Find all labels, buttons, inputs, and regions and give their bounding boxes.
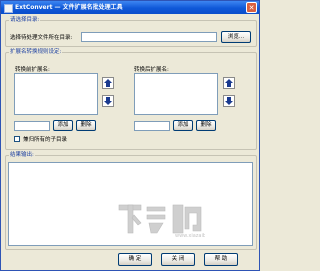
help-button[interactable]: 帮 助 (204, 253, 238, 266)
before-delete-label: 删除 (80, 122, 92, 128)
after-extension-label: 转换后扩展名: (134, 67, 169, 73)
close-button-label: 关 闭 (171, 256, 185, 262)
include-subdirectories-checkbox[interactable] (14, 136, 20, 142)
watermark-logo: www.xiazaiba.com (118, 204, 205, 239)
before-extension-input[interactable] (14, 121, 50, 131)
app-icon (4, 4, 13, 13)
after-add-button[interactable]: 添加 (173, 120, 193, 131)
after-extension-list[interactable] (134, 73, 218, 115)
arrow-down-icon (104, 97, 112, 105)
before-delete-button[interactable]: 删除 (76, 120, 96, 131)
window-title: ExtConvert — 文件扩展名批处理工具 (15, 4, 123, 11)
browse-button-label: 浏览... (227, 34, 245, 40)
after-delete-button[interactable]: 删除 (196, 120, 216, 131)
after-delete-label: 删除 (200, 122, 212, 128)
before-add-button[interactable]: 添加 (53, 120, 73, 131)
directory-path-input[interactable] (81, 32, 217, 42)
arrow-up-icon (104, 79, 112, 87)
before-extension-label: 转换前扩展名: (15, 67, 50, 73)
ok-button[interactable]: 确 定 (118, 253, 152, 266)
output-group-legend: 结果输出: (10, 152, 34, 158)
ok-button-label: 确 定 (128, 256, 142, 262)
include-subdirectories-label: 兼归所有的子目录 (23, 137, 68, 143)
close-window-button[interactable]: ✕ (246, 2, 257, 13)
after-extension-input[interactable] (134, 121, 170, 131)
arrow-down-icon (225, 97, 233, 105)
before-extension-list[interactable] (14, 73, 98, 115)
after-move-up-button[interactable] (223, 77, 235, 89)
browse-button[interactable]: 浏览... (221, 31, 251, 43)
arrow-up-icon (225, 79, 233, 87)
svg-text:www.xiazaiba.com: www.xiazaiba.com (175, 233, 205, 239)
before-move-up-button[interactable] (102, 77, 114, 89)
after-add-label: 添加 (177, 122, 189, 128)
rules-group-legend: 扩展名转换规则设定: (10, 49, 62, 55)
after-move-down-button[interactable] (223, 95, 235, 107)
directory-group-legend: 请选择目录: (10, 17, 40, 23)
before-add-label: 添加 (57, 122, 69, 128)
help-button-label: 帮 助 (214, 256, 228, 262)
app-window: ExtConvert — 文件扩展名批处理工具 ✕ 请选择目录: 选择待处理文件… (0, 0, 260, 271)
title-bar[interactable]: ExtConvert — 文件扩展名批处理工具 ✕ (1, 1, 259, 14)
close-button[interactable]: 关 闭 (161, 253, 195, 266)
directory-label: 选择待处理文件所在目录: (10, 35, 73, 41)
before-move-down-button[interactable] (102, 95, 114, 107)
